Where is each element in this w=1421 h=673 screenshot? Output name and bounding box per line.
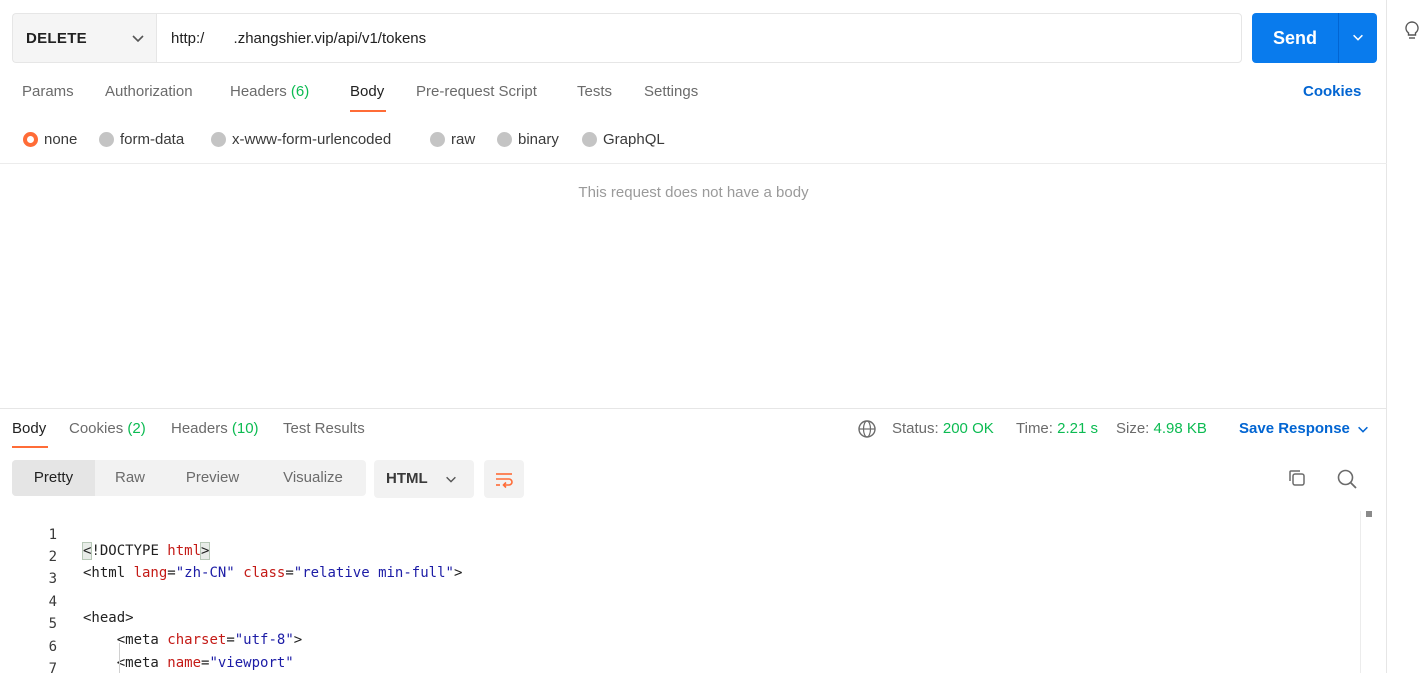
code-line: 1 <!DOCTYPE html> (0, 511, 1360, 560)
format-select[interactable]: HTML (374, 460, 474, 498)
tab-authorization[interactable]: Authorization (105, 83, 193, 113)
tab-params[interactable]: Params (22, 83, 74, 113)
active-tab-indicator (350, 110, 386, 112)
response-tab-headers-count: (10) (231, 420, 259, 437)
tab-headers-label: Headers (230, 83, 287, 100)
response-tab-cookies[interactable]: Cookies (2) (69, 420, 146, 437)
view-pretty[interactable]: Pretty (12, 460, 95, 496)
send-options-button[interactable] (1338, 13, 1377, 63)
scrollbar-thumb[interactable] (1366, 511, 1372, 517)
search-icon[interactable] (1336, 468, 1358, 490)
response-tab-cookies-count: (2) (127, 420, 146, 437)
code-line: 6 <meta name="viewport" (0, 623, 1360, 671)
method-label: DELETE (26, 30, 87, 47)
view-raw[interactable]: Raw (95, 460, 165, 496)
size-readout[interactable]: Size: 4.98 KB (1116, 420, 1207, 437)
tab-headers-count: (6) (290, 83, 310, 100)
line-number: 7 (48, 661, 57, 673)
tab-headers[interactable]: Headers (6) (230, 83, 309, 113)
size-value: 4.98 KB (1153, 420, 1207, 437)
response-tab-headers[interactable]: Headers (10) (171, 420, 259, 437)
lightbulb-icon[interactable] (1402, 20, 1421, 42)
radio-form-data[interactable]: form-data (99, 128, 184, 150)
radio-graphql[interactable]: GraphQL (582, 128, 665, 150)
response-tab-body[interactable]: Body (12, 420, 46, 437)
tab-pre-request-script[interactable]: Pre-request Script (416, 83, 537, 113)
code-scrollbar[interactable] (1360, 511, 1374, 673)
radio-dot (497, 131, 512, 147)
view-visualize[interactable]: Visualize (260, 460, 366, 496)
radio-label: form-data (120, 130, 185, 148)
code-line: 2 <html lang="zh-CN" class="relative min… (0, 533, 1360, 581)
response-tab-test-results[interactable]: Test Results (283, 420, 365, 437)
format-label: HTML (386, 470, 428, 487)
url-text: http:/ .zhangshier.vip/api/v1/tokens (171, 30, 427, 47)
save-response-button[interactable]: Save Response (1239, 420, 1350, 437)
radio-label: none (44, 130, 78, 148)
radio-x-www-form-urlencoded[interactable]: x-www-form-urlencoded (211, 128, 391, 150)
empty-body-message: This request does not have a body (578, 184, 809, 201)
size-label: Size: (1116, 420, 1150, 437)
indent-guide (119, 643, 120, 673)
code-line: 4 <head> (0, 578, 1360, 626)
tab-body[interactable]: Body (350, 83, 384, 113)
copy-icon[interactable] (1287, 468, 1307, 488)
response-tab-headers-label: Headers (171, 420, 228, 437)
view-preview[interactable]: Preview (165, 460, 260, 496)
tab-settings[interactable]: Settings (644, 83, 698, 113)
cookies-link[interactable]: Cookies (1303, 83, 1361, 100)
radio-none[interactable]: none (23, 128, 77, 150)
right-sidebar (1387, 0, 1421, 673)
radio-dot (582, 131, 597, 147)
radio-label: binary (518, 130, 559, 148)
response-tab-cookies-label: Cookies (69, 420, 124, 437)
chevron-down-icon (1353, 34, 1363, 41)
radio-label: GraphQL (603, 130, 665, 148)
radio-dot (211, 131, 226, 147)
radio-dot (99, 131, 114, 147)
radio-raw[interactable]: raw (430, 128, 475, 150)
pane-resize-handle[interactable] (0, 408, 1387, 409)
method-select[interactable]: DELETE (12, 13, 157, 63)
wrap-lines-icon (496, 473, 513, 489)
radio-dot (430, 131, 445, 147)
code-line: 7 content="width=device-width, initial-s… (0, 645, 1360, 673)
url-input[interactable]: http:/ .zhangshier.vip/api/v1/tokens (156, 13, 1242, 63)
chevron-down-icon (446, 476, 456, 483)
wrap-lines-button[interactable] (484, 460, 524, 498)
globe-icon[interactable] (857, 419, 877, 439)
chevron-down-icon[interactable] (1356, 422, 1370, 436)
radio-label: raw (451, 130, 476, 148)
time-value: 2.21 s (1057, 420, 1098, 437)
code-line: 3 (0, 555, 1360, 587)
code-line: 5 <meta charset="utf-8"> (0, 600, 1360, 648)
radio-binary[interactable]: binary (497, 128, 559, 150)
response-code-viewer[interactable]: 1 <!DOCTYPE html> 2 <html lang="zh-CN" c… (0, 511, 1360, 673)
status-label: Status: (892, 420, 939, 437)
tab-tests[interactable]: Tests (577, 83, 612, 113)
divider (0, 163, 1387, 164)
chevron-down-icon (132, 35, 144, 43)
radio-dot (23, 131, 38, 147)
active-response-tab-indicator (12, 446, 48, 448)
time-label: Time: (1016, 420, 1053, 437)
send-button[interactable]: Send (1252, 13, 1338, 63)
view-mode-segmented: Pretty Raw Preview Visualize (12, 460, 366, 496)
status-value: 200 OK (942, 420, 994, 437)
status-readout[interactable]: Status: 200 OK (892, 420, 994, 437)
time-readout[interactable]: Time: 2.21 s (1016, 420, 1098, 437)
request-panel: DELETE http:/ .zhangshier.vip/api/v1/tok… (0, 0, 1387, 673)
radio-label: x-www-form-urlencoded (232, 130, 392, 148)
